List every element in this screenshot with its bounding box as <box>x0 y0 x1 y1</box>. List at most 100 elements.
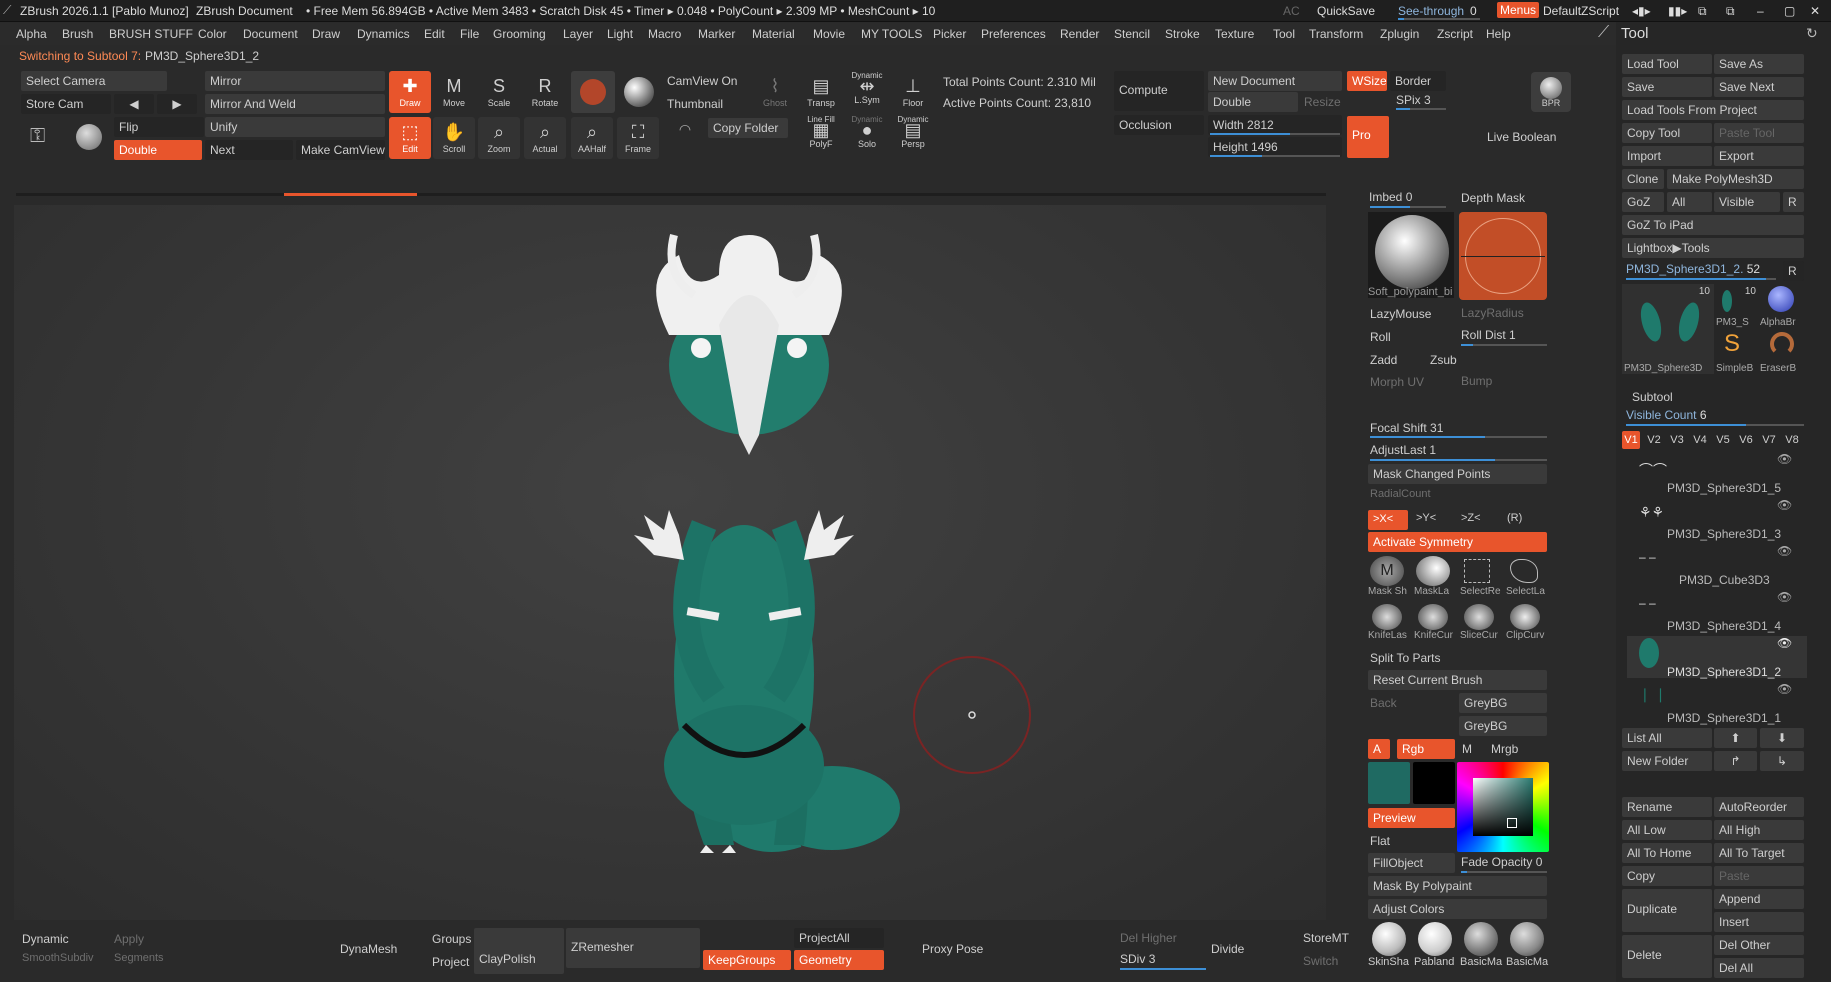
menu-edit[interactable]: Edit <box>424 27 445 41</box>
v1-tab[interactable]: V1 <box>1622 431 1640 449</box>
edit-mode-button[interactable]: ⬚ Edit <box>389 117 431 159</box>
sym-r-button[interactable]: (R) <box>1507 512 1522 524</box>
menu-my-tools[interactable]: MY TOOLS <box>861 27 922 41</box>
thumbnail-toggle[interactable]: Thumbnail <box>667 97 723 111</box>
border-button[interactable]: Border <box>1390 71 1446 91</box>
append-button[interactable]: Append <box>1714 889 1804 909</box>
tool-thumb-simplebrush[interactable]: S SimpleB <box>1716 330 1758 374</box>
visible-count-slider[interactable]: Visible Count 6 <box>1626 408 1707 422</box>
project-button[interactable]: Project <box>432 955 469 969</box>
focal-shift-track[interactable] <box>1370 436 1547 438</box>
geometry-button[interactable]: Geometry <box>794 950 884 970</box>
load-tools-from-project-button[interactable]: Load Tools From Project <box>1622 100 1804 120</box>
roll-button[interactable]: Roll <box>1370 330 1391 344</box>
dynamic-subdiv-button[interactable]: Dynamic <box>22 932 69 946</box>
v8-tab[interactable]: V8 <box>1783 431 1801 449</box>
camera-sphere-icon[interactable] <box>76 124 102 150</box>
dynamesh-button[interactable]: DynaMesh <box>340 942 397 956</box>
tool-thumb-pm3s[interactable]: 10 PM3_S <box>1716 284 1758 328</box>
subtool-row[interactable]: ❘ ❘ 👁 PM3D_Sphere3D1_1 <box>1627 682 1807 725</box>
masklasso-icon[interactable] <box>1416 556 1450 586</box>
clipcurve-icon[interactable] <box>1510 604 1540 630</box>
subtool-row[interactable]: – – 👁 PM3D_Cube3D3 <box>1627 544 1807 587</box>
lazymouse-button[interactable]: LazyMouse <box>1370 307 1431 321</box>
seethrough-label[interactable]: See-through <box>1398 4 1464 18</box>
menu-texture[interactable]: Texture <box>1215 27 1254 41</box>
draw-mode-button[interactable]: ✚ Draw <box>389 71 431 113</box>
width-slider-track[interactable] <box>1210 133 1340 135</box>
proxy-pose-button[interactable]: Proxy Pose <box>922 942 983 956</box>
menu-preferences[interactable]: Preferences <box>981 27 1046 41</box>
selectlasso-icon[interactable] <box>1510 559 1538 583</box>
storemt-button[interactable]: StoreMT <box>1303 931 1349 945</box>
menu-tool[interactable]: Tool <box>1273 27 1295 41</box>
mask-changed-button[interactable]: Mask Changed Points <box>1368 464 1547 484</box>
del-all-button[interactable]: Del All <box>1714 958 1804 978</box>
transp-button[interactable]: ▤ Transp <box>800 71 842 113</box>
menu-material[interactable]: Material <box>752 27 795 41</box>
ghost-button[interactable]: ⌇ Ghost <box>754 71 796 113</box>
mirror-button[interactable]: Mirror <box>205 71 385 91</box>
menu-stroke[interactable]: Stroke <box>1165 27 1200 41</box>
new-folder-button[interactable]: New Folder <box>1622 751 1712 771</box>
camview-on-toggle[interactable]: CamView On <box>667 74 737 88</box>
spix-slider[interactable]: SPix 3 <box>1396 93 1431 107</box>
goz-visible-button[interactable]: Visible <box>1714 192 1780 212</box>
reset-brush-button[interactable]: Reset Current Brush <box>1368 670 1547 690</box>
rename-button[interactable]: Rename <box>1622 797 1712 817</box>
occlusion-button[interactable]: Occlusion <box>1114 115 1204 135</box>
menu-dynamics[interactable]: Dynamics <box>357 27 410 41</box>
radial-count-slider[interactable]: RadialCount <box>1370 488 1431 500</box>
sdiv-track[interactable] <box>1120 968 1206 970</box>
clone-button[interactable]: Clone <box>1622 169 1664 189</box>
roll-dist-track[interactable] <box>1461 344 1547 346</box>
lsym-button[interactable]: Dynamic ⇹ L.Sym <box>846 71 888 113</box>
flat-button[interactable]: Flat <box>1370 834 1390 848</box>
basicmaterial-icon[interactable] <box>1464 922 1498 956</box>
quicksave-button[interactable]: QuickSave <box>1317 4 1375 18</box>
claypolish-button[interactable]: ClayPolish <box>474 928 564 974</box>
copy-folder-button[interactable]: Copy Folder <box>708 118 788 138</box>
tool-thumb-alphabrush[interactable]: AlphaBr <box>1760 284 1804 328</box>
subtool-row[interactable]: ⌒⌒ 👁 PM3D_Sphere3D1_5 <box>1627 452 1807 495</box>
basicmaterial2-icon[interactable] <box>1510 922 1544 956</box>
move-out-folder-icon[interactable]: ↳ <box>1760 751 1804 771</box>
tool-panel-pin-icon[interactable]: ⟋ <box>1598 24 1609 42</box>
adjust-last-slider[interactable]: AdjustLast 1 <box>1370 443 1436 457</box>
del-other-button[interactable]: Del Other <box>1714 935 1804 955</box>
projectall-button[interactable]: ProjectAll <box>794 928 884 948</box>
actual-button[interactable]: ⌕ Actual <box>524 117 566 159</box>
close-icon[interactable]: ✕ <box>1810 4 1820 18</box>
layout-toggle2-icon[interactable]: ▮▮▸ <box>1668 4 1687 18</box>
menu-movie[interactable]: Movie <box>813 27 845 41</box>
menu-grooming[interactable]: Grooming <box>493 27 546 41</box>
spix-slider-track[interactable] <box>1396 108 1446 110</box>
width-slider[interactable]: Width 2812 <box>1208 115 1342 135</box>
menu-stencil[interactable]: Stencil <box>1114 27 1150 41</box>
autoreorder-button[interactable]: AutoReorder <box>1714 797 1804 817</box>
double-button[interactable]: Double <box>114 140 202 160</box>
goz-ipad-button[interactable]: GoZ To iPad <box>1622 215 1804 235</box>
back-button[interactable]: Back <box>1370 696 1397 710</box>
move-down-icon[interactable]: ⬇ <box>1760 728 1804 748</box>
menus-button[interactable]: Menus <box>1497 2 1540 18</box>
goz-all-button[interactable]: All <box>1667 192 1712 212</box>
mask-sh-icon[interactable]: M <box>1370 556 1404 586</box>
eye-icon[interactable]: 👁 <box>1777 544 1792 558</box>
ac-label[interactable]: AC <box>1283 4 1300 18</box>
tool-thumbnail-main[interactable]: 10 PM3D_Sphere3D <box>1622 284 1714 374</box>
mask-by-polypaint-button[interactable]: Mask By Polypaint <box>1368 876 1547 896</box>
eye-icon[interactable]: 👁 <box>1777 590 1792 604</box>
selectrect-icon[interactable] <box>1464 559 1490 583</box>
menu-brush-stuff[interactable]: BRUSH STUFF <box>109 27 193 41</box>
copy-tool-button[interactable]: Copy Tool <box>1622 123 1712 143</box>
focal-shift-slider[interactable]: Focal Shift 31 <box>1370 421 1443 435</box>
all-low-button[interactable]: All Low <box>1622 820 1712 840</box>
slicecurve-icon[interactable] <box>1464 604 1494 630</box>
next-button[interactable]: Next <box>205 140 293 160</box>
current-tool-track[interactable] <box>1626 278 1776 280</box>
current-brush-slot[interactable] <box>571 71 615 113</box>
visible-count-track[interactable] <box>1626 424 1804 426</box>
mrgb-button[interactable]: Mrgb <box>1491 742 1518 756</box>
height-slider[interactable]: Height 1496 <box>1208 137 1342 157</box>
